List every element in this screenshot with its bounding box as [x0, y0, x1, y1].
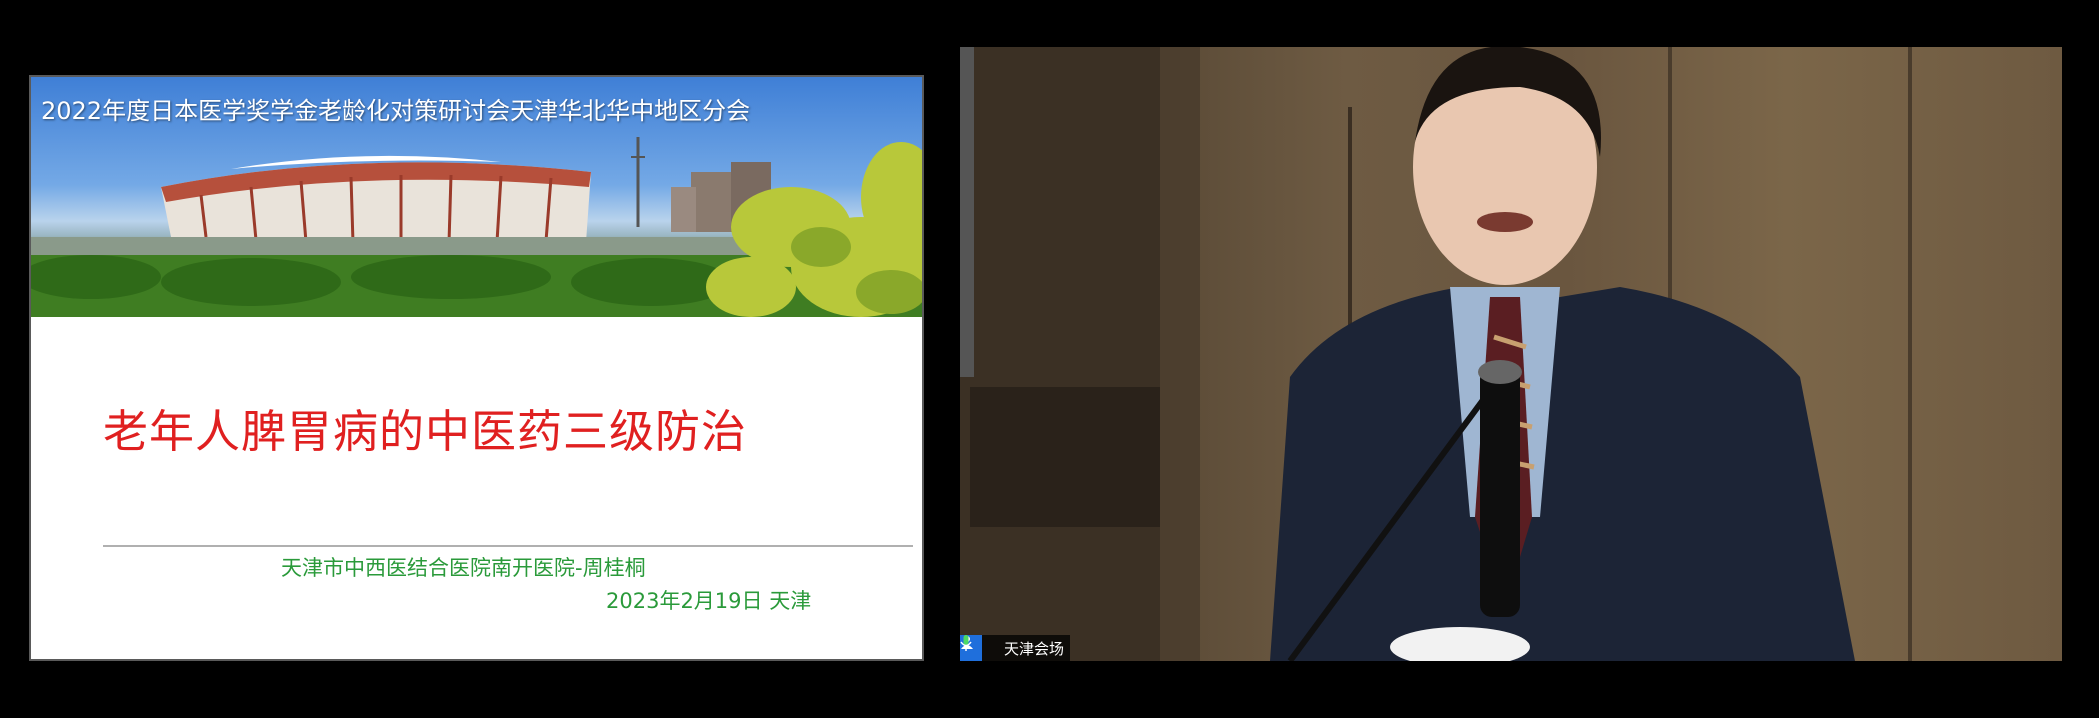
- conference-title: 2022年度日本医学奖学金老龄化对策研讨会天津华北华中地区分会: [41, 97, 751, 125]
- presentation-date-location: 2023年2月19日 天津: [606, 589, 812, 613]
- speaker-video-image: [960, 47, 1912, 661]
- title-divider: [103, 545, 913, 547]
- participant-name: 天津会场: [1004, 639, 1065, 658]
- speaker-video-feed[interactable]: 天津会场: [960, 47, 2062, 661]
- participant-name-tag: 天津会场: [960, 635, 1071, 661]
- presentation-title: 老年人脾胃病的中医药三级防治: [103, 405, 748, 458]
- microphone-icon[interactable]: [960, 635, 1002, 661]
- presenter-affiliation: 天津市中西医结合医院南开医院-周桂桐: [281, 556, 646, 580]
- slide-banner-image: 2022年度日本医学奖学金老龄化对策研讨会天津华北华中地区分会: [31, 77, 922, 317]
- shared-slide: 2022年度日本医学奖学金老龄化对策研讨会天津华北华中地区分会 老年人脾胃病的中…: [29, 75, 924, 661]
